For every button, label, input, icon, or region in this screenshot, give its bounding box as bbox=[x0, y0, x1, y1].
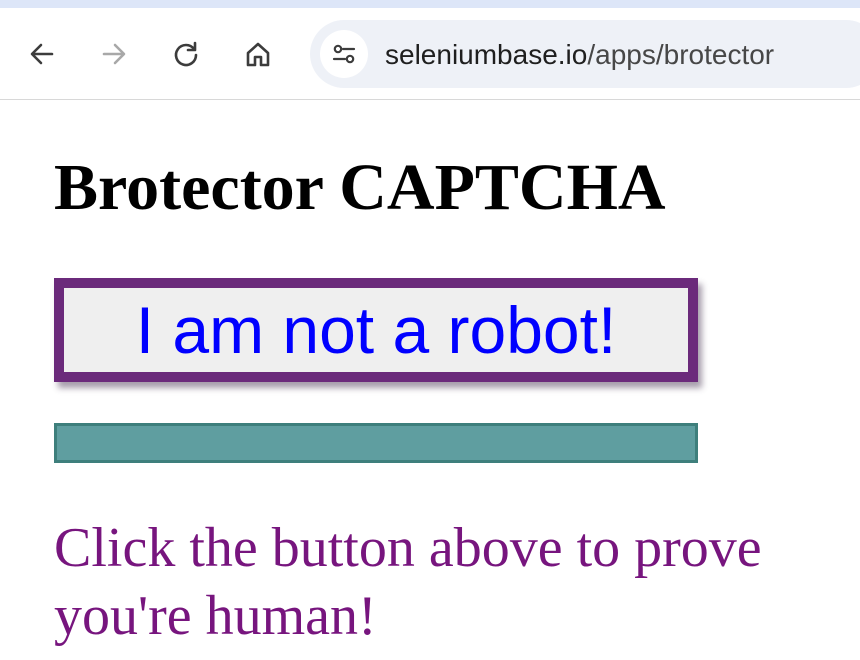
site-info-button[interactable] bbox=[320, 30, 368, 78]
reload-icon bbox=[174, 41, 198, 67]
forward-arrow-icon bbox=[102, 43, 126, 65]
home-button[interactable] bbox=[240, 36, 276, 72]
verification-bar bbox=[54, 423, 698, 463]
page-title: Brotector CAPTCHA bbox=[54, 151, 666, 224]
url-domain: seleniumbase.io bbox=[385, 39, 588, 70]
url-text[interactable]: seleniumbase.io/apps/brotector bbox=[385, 40, 774, 70]
site-settings-icon bbox=[332, 44, 356, 64]
back-button[interactable] bbox=[24, 36, 60, 72]
address-bar[interactable]: seleniumbase.io/apps/brotector bbox=[310, 20, 860, 88]
browser-toolbar: seleniumbase.io/apps/brotector bbox=[0, 0, 860, 100]
back-arrow-icon bbox=[30, 43, 54, 65]
url-path: /apps/brotector bbox=[587, 39, 775, 70]
forward-button[interactable] bbox=[96, 36, 132, 72]
reload-button[interactable] bbox=[168, 36, 204, 72]
home-icon bbox=[246, 42, 270, 67]
instruction-text: Click the button above to prove you're h… bbox=[54, 517, 762, 647]
not-a-robot-button[interactable]: I am not a robot! bbox=[54, 278, 698, 382]
